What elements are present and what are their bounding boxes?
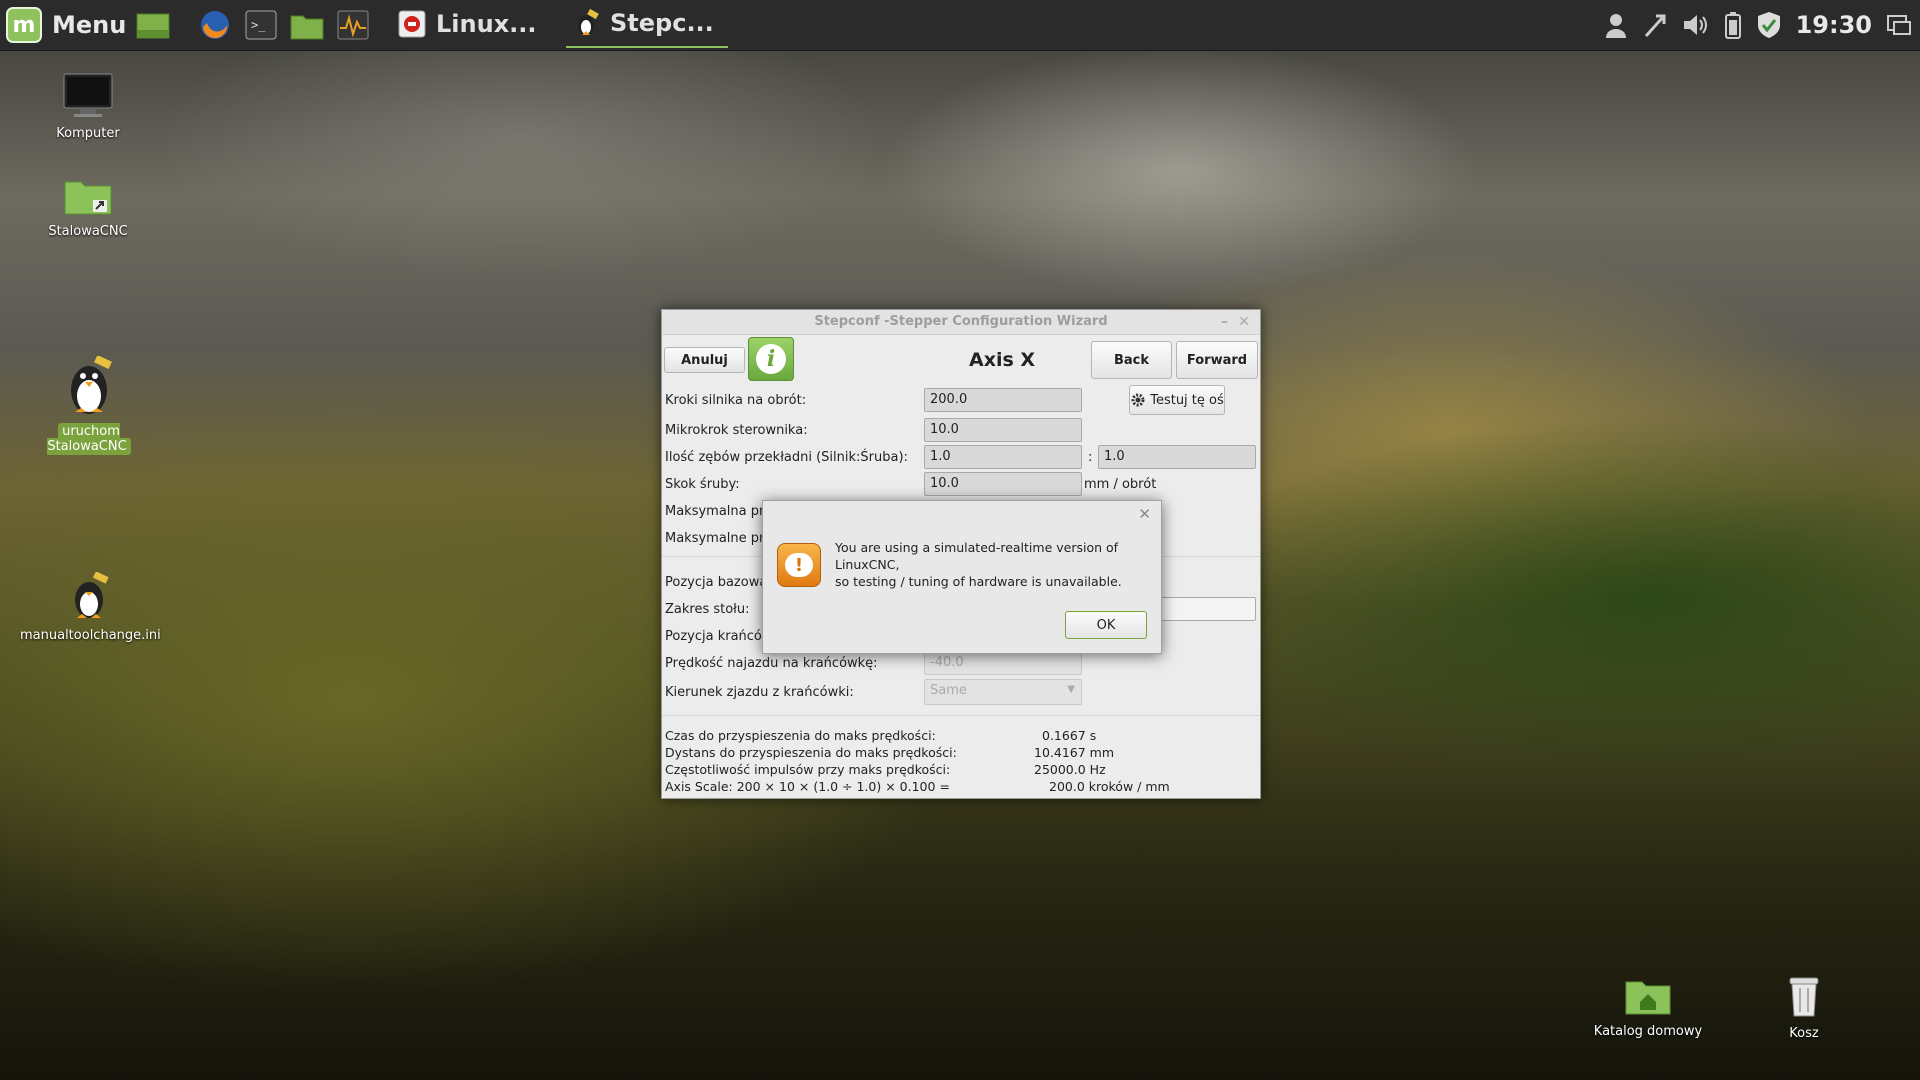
penguin-config-icon xyxy=(75,571,109,618)
task-label: Stepc... xyxy=(610,9,714,37)
desktop-icon-computer[interactable]: Komputer xyxy=(28,72,148,141)
top-panel: m Menu >_ Linux... Stepc... 19:30 xyxy=(0,0,1920,51)
axis-scale-label: Axis Scale: 200 × 10 × (1.0 ÷ 1.0) × 0.1… xyxy=(665,779,950,794)
steps-input[interactable]: 200.0 xyxy=(924,388,1082,412)
pitch-input[interactable]: 10.0 xyxy=(924,472,1082,496)
latch-direction-label: Kierunek zjazdu z krańcówki: xyxy=(665,685,854,700)
accel-distance-label: Dystans do przyspieszenia do maks prędko… xyxy=(665,745,957,760)
chevron-down-icon: ▼ xyxy=(1067,684,1075,695)
penguin-launcher-icon xyxy=(71,354,112,414)
battery-icon[interactable] xyxy=(1724,11,1742,39)
home-velocity-label: Prędkość najazdu na krańcówkę: xyxy=(665,656,878,671)
info-button[interactable]: i xyxy=(748,337,794,381)
back-button[interactable]: Back xyxy=(1091,341,1172,379)
info-icon: i xyxy=(756,344,786,374)
desktop-icon-label: Komputer xyxy=(56,126,120,141)
window-title: Stepconf -Stepper Configuration Wizard xyxy=(814,314,1108,329)
desktop-icon-label: manualtoolchange.ini xyxy=(20,628,161,643)
pulse-rate-value: 25000.0 Hz xyxy=(1034,762,1106,777)
window-titlebar[interactable]: Stepconf -Stepper Configuration Wizard –… xyxy=(662,310,1260,335)
home-folder-icon xyxy=(1625,981,1671,1015)
page-title: Axis X xyxy=(969,349,1036,371)
microstep-label: Mikrokrok sterownika: xyxy=(665,423,808,438)
show-desktop-icon[interactable] xyxy=(136,9,170,41)
computer-icon xyxy=(63,73,113,117)
task-stepconf[interactable]: Stepc... xyxy=(566,0,728,48)
desktop-icon-label: Kosz xyxy=(1789,1026,1819,1041)
network-icon[interactable] xyxy=(1642,12,1668,38)
home-position-label: Pozycja bazowa: xyxy=(665,575,772,590)
workspace-switcher-icon[interactable] xyxy=(1886,12,1912,38)
accel-distance-value: 10.4167 mm xyxy=(1034,745,1115,760)
trash-icon xyxy=(1789,977,1819,1017)
gear-icon xyxy=(1131,393,1145,407)
cancel-button[interactable]: Anuluj xyxy=(664,347,745,373)
firefox-icon[interactable] xyxy=(198,9,232,41)
pitch-label: Skok śruby: xyxy=(665,477,740,492)
max-velocity-label: Maksymalna prę xyxy=(665,504,773,519)
dialog-message: You are using a simulated-realtime versi… xyxy=(835,539,1151,590)
warning-icon: ! xyxy=(777,543,821,587)
desktop-icon-home[interactable]: Katalog domowy xyxy=(1588,976,1708,1039)
desktop-icon-label: StalowaCNC xyxy=(48,224,128,239)
minimize-icon[interactable]: – xyxy=(1221,310,1228,334)
steps-label: Kroki silnika na obrót: xyxy=(665,393,807,408)
svg-text:>_: >_ xyxy=(251,18,266,32)
forward-button[interactable]: Forward xyxy=(1176,341,1258,379)
accel-time-value: 0.1667 s xyxy=(1042,728,1097,743)
desktop-icon-manualtoolchange[interactable]: manualtoolchange.ini xyxy=(20,571,161,643)
ok-button[interactable]: OK xyxy=(1065,611,1147,639)
microstep-input[interactable]: 10.0 xyxy=(924,418,1082,442)
accel-time-label: Czas do przyspieszenia do maks prędkości… xyxy=(665,728,936,743)
system-tray: 19:30 xyxy=(1604,0,1912,50)
desktop-icon-stalowacnc[interactable]: StalowaCNC xyxy=(28,176,148,239)
system-monitor-icon[interactable] xyxy=(336,9,370,41)
pulse-rate-label: Częstotliwość impulsów przy maks prędkoś… xyxy=(665,762,951,777)
menu-button[interactable]: m Menu xyxy=(6,6,126,44)
latch-direction-value: Same xyxy=(930,683,967,698)
user-icon[interactable] xyxy=(1604,12,1628,38)
test-axis-button[interactable]: Testuj tę oś xyxy=(1129,385,1225,415)
clock[interactable]: 19:30 xyxy=(1796,11,1872,39)
test-axis-label: Testuj tę oś xyxy=(1150,392,1224,408)
home-velocity-input[interactable]: -40.0 xyxy=(924,651,1082,675)
gear-screw-input[interactable]: 1.0 xyxy=(1098,445,1256,469)
exclamation-icon: ! xyxy=(785,553,813,577)
desktop-icon-uruchom-stalowacnc[interactable]: uruchom StalowaCNC xyxy=(20,354,158,455)
files-icon[interactable] xyxy=(290,9,324,41)
close-icon[interactable]: ✕ xyxy=(1238,310,1250,334)
linuxcnc-app-icon xyxy=(398,10,426,38)
menu-label: Menu xyxy=(52,11,127,39)
divider xyxy=(662,715,1260,716)
mint-logo-icon: m xyxy=(6,7,42,43)
task-label: Linux... xyxy=(436,10,537,38)
table-range-label: Zakres stołu: xyxy=(665,602,750,617)
update-shield-icon[interactable] xyxy=(1756,11,1782,39)
gear-colon: : xyxy=(1088,450,1093,465)
simulation-warning-dialog: ✕ ! You are using a simulated-realtime v… xyxy=(762,500,1162,654)
volume-icon[interactable] xyxy=(1682,12,1710,38)
dialog-message-line: You are using a simulated-realtime versi… xyxy=(835,540,1119,572)
wizard-toolbar: Anuluj i Axis X Back Forward xyxy=(662,335,1260,385)
desktop-icon-label: uruchom StalowaCNC xyxy=(47,423,131,455)
terminal-icon[interactable]: >_ xyxy=(244,9,278,41)
desktop-icon-label: Katalog domowy xyxy=(1593,1024,1703,1039)
pitch-unit: mm / obrót xyxy=(1084,477,1157,492)
folder-link-icon xyxy=(64,181,112,215)
gear-label: Ilość zębów przekładni (Silnik:Śruba): xyxy=(665,450,908,465)
latch-direction-select[interactable]: Same ▼ xyxy=(924,679,1082,705)
gear-motor-input[interactable]: 1.0 xyxy=(924,445,1082,469)
close-icon[interactable]: ✕ xyxy=(1138,505,1151,523)
desktop-icon-trash[interactable]: Kosz xyxy=(1744,972,1864,1041)
task-linuxcnc[interactable]: Linux... xyxy=(398,0,537,48)
stepconf-penguin-icon xyxy=(578,9,599,35)
axis-scale-value: 200.0 kroków / mm xyxy=(1049,779,1170,794)
dialog-message-line: so testing / tuning of hardware is unava… xyxy=(835,574,1122,589)
